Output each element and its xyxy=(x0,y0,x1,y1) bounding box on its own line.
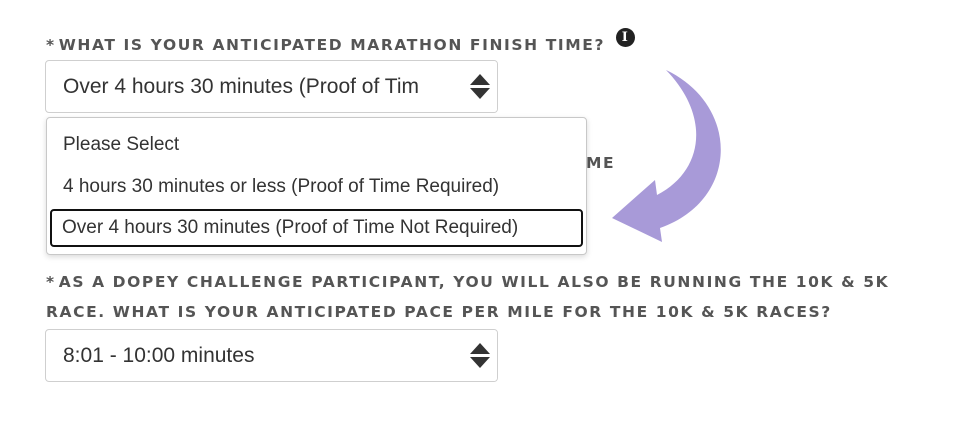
marathon-finish-time-label: * WHAT IS YOUR ANTICIPATED MARATHON FINIS… xyxy=(46,28,636,60)
marathon-finish-time-label-text: WHAT IS YOUR ANTICIPATED MARATHON FINISH… xyxy=(58,36,606,54)
pace-per-mile-value: 8:01 - 10:00 minutes xyxy=(63,343,255,367)
dropdown-option-please-select[interactable]: Please Select xyxy=(50,126,583,164)
select-arrows-icon xyxy=(463,330,497,381)
pace-per-mile-label-line1: AS A DOPEY CHALLENGE PARTICIPANT, YOU WI… xyxy=(58,273,890,291)
marathon-finish-time-value: Over 4 hours 30 minutes (Proof of Tim xyxy=(63,74,419,98)
info-icon[interactable]: i xyxy=(616,28,636,47)
dropdown-option-over-4-30[interactable]: Over 4 hours 30 minutes (Proof of Time N… xyxy=(50,209,583,247)
required-asterisk: * xyxy=(46,36,56,54)
marathon-finish-time-select[interactable]: Over 4 hours 30 minutes (Proof of Tim xyxy=(45,60,498,113)
select-arrows-icon xyxy=(463,61,497,112)
pace-per-mile-label-line2: RACE. WHAT IS YOUR ANTICIPATED PACE PER … xyxy=(46,303,832,321)
pace-per-mile-label: * AS A DOPEY CHALLENGE PARTICIPANT, YOU W… xyxy=(46,267,889,297)
finish-time-dropdown-list[interactable]: Please Select 4 hours 30 minutes or less… xyxy=(46,117,587,255)
curved-arrow-annotation xyxy=(612,70,721,242)
pace-per-mile-select[interactable]: 8:01 - 10:00 minutes xyxy=(45,329,498,382)
required-asterisk: * xyxy=(46,273,56,291)
dropdown-option-under-4-30[interactable]: 4 hours 30 minutes or less (Proof of Tim… xyxy=(50,168,583,206)
